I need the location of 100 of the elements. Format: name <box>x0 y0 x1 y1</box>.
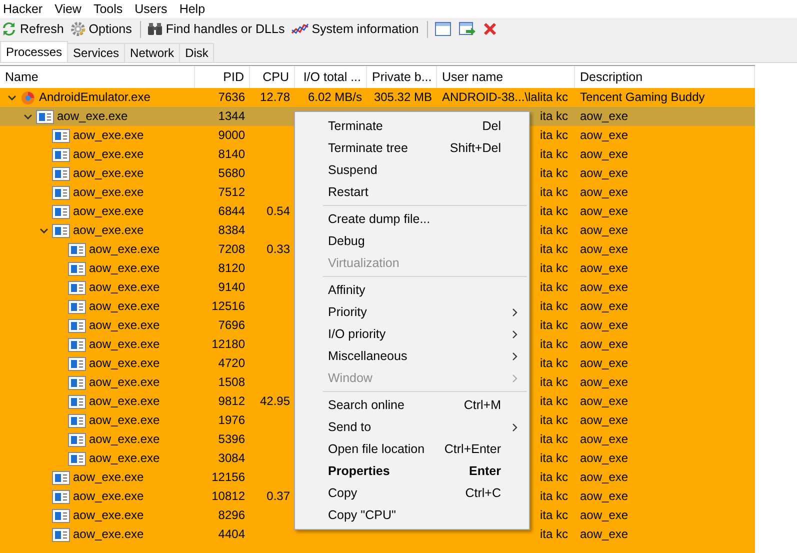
table-cell: aow_exe <box>580 413 628 427</box>
table-cell: aow_exe <box>580 261 628 275</box>
process-name: aow_exe.exe <box>73 488 144 505</box>
table-cell: aow_exe <box>580 489 628 503</box>
table-cell: ita kc <box>540 261 568 275</box>
table-cell: 10812 <box>212 489 245 503</box>
table-cell: 8120 <box>218 261 245 275</box>
table-cell: ita kc <box>540 280 568 294</box>
table-cell: ita kc <box>540 489 568 503</box>
table-cell: aow_exe <box>580 109 628 123</box>
table-cell: aow_exe <box>580 128 628 142</box>
process-name: aow_exe.exe <box>89 317 160 334</box>
table-cell: ita kc <box>540 356 568 370</box>
process-name: aow_exe.exe <box>89 355 160 372</box>
table-cell: ita kc <box>540 508 568 522</box>
table-cell: 7512 <box>218 185 245 199</box>
table-cell: aow_exe <box>580 451 628 465</box>
table-cell: 6844 <box>218 204 245 218</box>
process-name: aow_exe.exe <box>89 412 160 429</box>
table-cell: ita kc <box>540 337 568 351</box>
table-cell: aow_exe <box>580 508 628 522</box>
table-cell: ita kc <box>540 413 568 427</box>
table-cell: 7696 <box>218 318 245 332</box>
process-name: aow_exe.exe <box>89 431 160 448</box>
table-cell: 0.54 <box>266 204 290 218</box>
table-cell: 9812 <box>218 394 245 408</box>
table-cell: 6.02 MB/s <box>308 90 362 104</box>
process-name: aow_exe.exe <box>73 165 144 182</box>
table-cell: ita kc <box>540 375 568 389</box>
process-name: aow_exe.exe <box>89 298 160 315</box>
table-cell: 12180 <box>212 337 245 351</box>
table-cell: ita kc <box>540 204 568 218</box>
table-cell: 7636 <box>218 90 245 104</box>
table-cell: 12156 <box>212 470 245 484</box>
table-cell: 12516 <box>212 299 245 313</box>
table-cell: aow_exe <box>580 185 628 199</box>
table-cell: 5680 <box>218 166 245 180</box>
table-cell: ita kc <box>540 223 568 237</box>
process-name: aow_exe.exe <box>73 146 144 163</box>
table-cell: ita kc <box>540 432 568 446</box>
table-cell: 9140 <box>218 280 245 294</box>
table-cell: 3084 <box>218 451 245 465</box>
table-cell: ANDROID-38...\lalita kc <box>442 90 568 104</box>
table-cell: aow_exe <box>580 204 628 218</box>
process-name: aow_exe.exe <box>89 336 160 353</box>
process-name: aow_exe.exe <box>89 279 160 296</box>
table-cell: aow_exe <box>580 166 628 180</box>
table-cell: ita kc <box>540 318 568 332</box>
table-cell: 4404 <box>218 527 245 541</box>
table-cell: 1976 <box>218 413 245 427</box>
table-cell: ita kc <box>540 128 568 142</box>
process-name: aow_exe.exe <box>73 222 144 239</box>
table-cell: aow_exe <box>580 527 628 541</box>
table-cell: ita kc <box>540 299 568 313</box>
table-cell: aow_exe <box>580 147 628 161</box>
table-cell: ita kc <box>540 451 568 465</box>
process-name: aow_exe.exe <box>73 127 144 144</box>
table-cell: aow_exe <box>580 280 628 294</box>
table-cell: ita kc <box>540 185 568 199</box>
table-cell: ita kc <box>540 527 568 541</box>
table-cell: aow_exe <box>580 356 628 370</box>
table-cell: 0.37 <box>266 489 290 503</box>
process-name: AndroidEmulator.exe <box>39 89 150 106</box>
table-cell: 5396 <box>218 432 245 446</box>
table-cell: 305.32 MB <box>374 90 432 104</box>
table-cell: 8296 <box>218 508 245 522</box>
table-cell: aow_exe <box>580 299 628 313</box>
table-cell: ita kc <box>540 147 568 161</box>
process-name: aow_exe.exe <box>89 450 160 467</box>
table-cell: 7208 <box>218 242 245 256</box>
table-cell: ita kc <box>540 394 568 408</box>
process-name: aow_exe.exe <box>89 374 160 391</box>
table-cell: aow_exe <box>580 375 628 389</box>
table-cell: 4720 <box>218 356 245 370</box>
table-cell: ita kc <box>540 166 568 180</box>
table-cell: ita kc <box>540 470 568 484</box>
table-cell: 42.95 <box>260 394 290 408</box>
table-cell: aow_exe <box>580 223 628 237</box>
table-cell: 1508 <box>218 375 245 389</box>
table-cell: aow_exe <box>580 394 628 408</box>
table-cell: 12.78 <box>260 90 290 104</box>
table-cell: aow_exe <box>580 470 628 484</box>
process-name: aow_exe.exe <box>73 507 144 524</box>
process-name: aow_exe.exe <box>73 203 144 220</box>
table-cell: 1344 <box>218 109 245 123</box>
process-name: aow_exe.exe <box>73 526 144 543</box>
process-name: aow_exe.exe <box>89 241 160 258</box>
process-name: aow_exe.exe <box>89 393 160 410</box>
table-cell: aow_exe <box>580 432 628 446</box>
table-cell: aow_exe <box>580 318 628 332</box>
table-cell: ita kc <box>540 109 568 123</box>
table-cell: 8140 <box>218 147 245 161</box>
table-cell: ita kc <box>540 242 568 256</box>
process-name: aow_exe.exe <box>89 260 160 277</box>
table-cell: aow_exe <box>580 242 628 256</box>
process-name: aow_exe.exe <box>73 469 144 486</box>
table-cell: 9000 <box>218 128 245 142</box>
process-name: aow_exe.exe <box>57 108 128 125</box>
table-cell: Tencent Gaming Buddy <box>580 90 705 104</box>
table-cell: aow_exe <box>580 337 628 351</box>
